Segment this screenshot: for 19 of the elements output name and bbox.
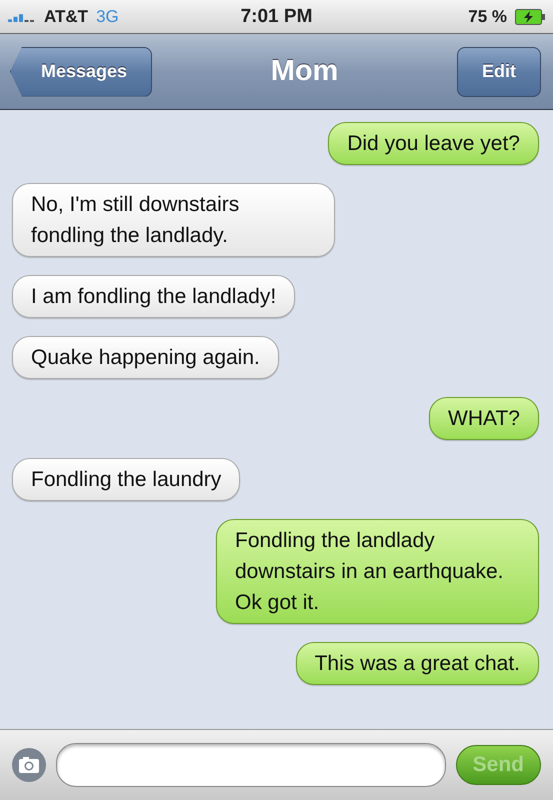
clock-time: 7:01 PM	[240, 6, 312, 28]
sent-message: WHAT?	[429, 397, 539, 440]
received-message: Fondling the laundry	[12, 458, 240, 501]
sent-message: This was a great chat.	[296, 642, 539, 685]
received-message: I am fondling the landlady!	[12, 275, 296, 318]
battery-percent: 75 %	[468, 6, 507, 26]
conversation-title: Mom	[270, 55, 338, 88]
message-input[interactable]	[56, 743, 446, 787]
received-message: Quake happening again.	[12, 336, 279, 379]
network-type: 3G	[96, 6, 119, 26]
carrier-name: AT&T	[44, 6, 88, 26]
camera-icon[interactable]	[12, 748, 46, 782]
edit-button[interactable]: Edit	[456, 46, 541, 96]
back-button[interactable]: Messages	[10, 46, 152, 96]
received-message: No, I'm still downstairs fondling the landlady.	[12, 183, 335, 257]
signal-icon	[8, 12, 36, 22]
charging-battery-icon	[515, 8, 545, 24]
sent-message: Fondling the landlady downstairs in an earthquake. Ok got it.	[216, 519, 539, 624]
sent-message: Did you leave yet?	[328, 122, 539, 165]
